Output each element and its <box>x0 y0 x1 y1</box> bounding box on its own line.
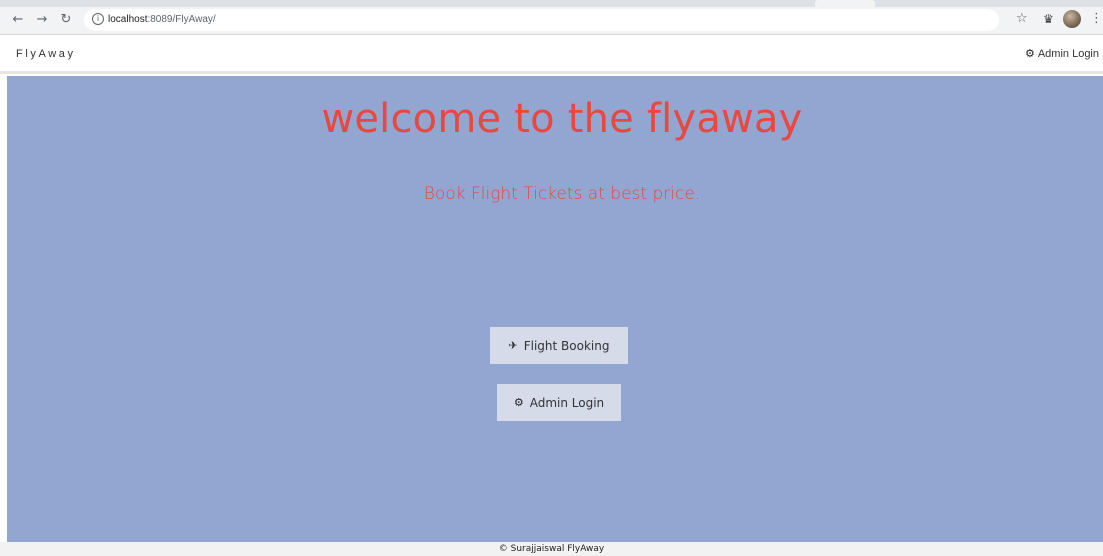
flight-booking-label: Flight Booking <box>523 338 610 353</box>
page-title: welcome to the flyaway <box>321 96 803 142</box>
nav-admin-login-label: Admin Login <box>1037 47 1099 60</box>
footer-copyright: © Surajjaiswal FlyAway <box>498 544 605 554</box>
tab[interactable] <box>815 0 875 7</box>
profile-avatar[interactable] <box>1063 10 1081 28</box>
browser-menu-icon[interactable]: ⋮ <box>1090 12 1103 26</box>
address-bar[interactable]: i localhost:8089/FlyAway/ <box>84 9 999 31</box>
url-path: :8089/FlyAway/ <box>147 14 216 25</box>
forward-icon[interactable]: → <box>34 12 50 28</box>
page-subtitle: Book Flight Tickets at best price. <box>423 184 701 204</box>
bookmark-star-icon[interactable]: ☆ <box>1016 12 1030 26</box>
info-icon[interactable]: i <box>92 13 104 25</box>
browser-toolbar: ← → ↻ i localhost:8089/FlyAway/ ☆ ♛ ⋮ <box>0 0 1103 35</box>
footer: © Surajjaiswal FlyAway <box>0 542 1103 556</box>
flight-booking-button[interactable]: ✈ Flight Booking <box>490 327 628 364</box>
app-navbar: FlyAway ⚙ Admin Login <box>0 36 1103 74</box>
admin-login-label: Admin Login <box>529 395 605 410</box>
url-host: localhost <box>108 14 148 25</box>
extensions-icon[interactable]: ♛ <box>1043 12 1057 26</box>
admin-login-button[interactable]: ⚙ Admin Login <box>497 384 621 421</box>
gear-icon: ⚙ <box>1024 48 1035 60</box>
plane-icon: ✈ <box>508 339 518 352</box>
hero-section: welcome to the flyaway Book Flight Ticke… <box>7 76 1103 542</box>
back-icon[interactable]: ← <box>10 12 26 28</box>
nav-admin-login-link[interactable]: ⚙ Admin Login <box>1024 47 1099 61</box>
brand-logo[interactable]: FlyAway <box>16 48 76 60</box>
reload-icon[interactable]: ↻ <box>58 12 74 28</box>
tab-strip <box>0 0 1103 7</box>
gear-icon: ⚙ <box>513 396 524 409</box>
url-text[interactable]: localhost:8089/FlyAway/ <box>108 13 216 27</box>
